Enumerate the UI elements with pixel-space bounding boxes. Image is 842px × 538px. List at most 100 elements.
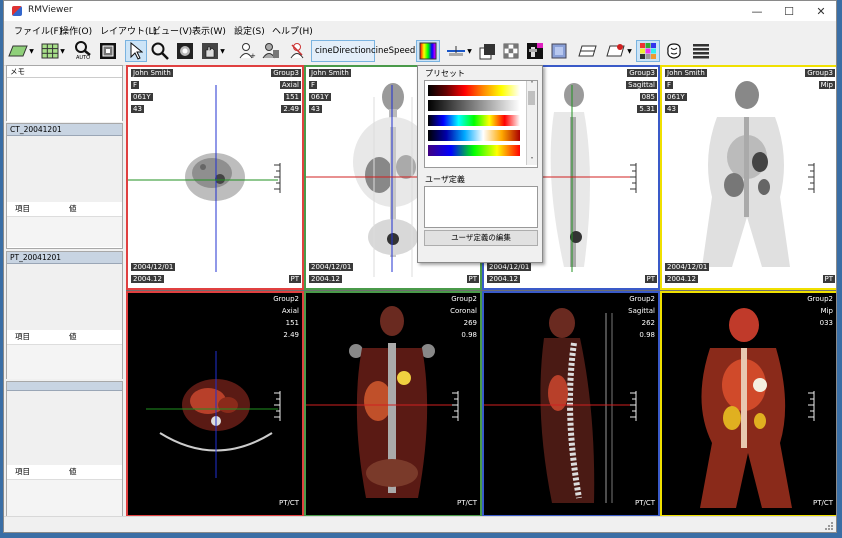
compare-user-button[interactable] (260, 40, 282, 62)
menu-view[interactable]: ビュー(V) (152, 24, 192, 37)
zoom-auto-icon (75, 41, 91, 56)
memo-textarea[interactable] (7, 78, 122, 122)
pointer-tool-button[interactable] (125, 40, 147, 62)
patient-age: 061Y (309, 93, 331, 101)
window-level-icon (177, 43, 193, 59)
grid-layout-icon (41, 43, 59, 59)
viewport-pt-axial[interactable]: John Smith F 061Y 43 Group3 Axial 151 2.… (126, 65, 304, 290)
property-table-body[interactable] (7, 480, 122, 518)
texture-icon (551, 43, 567, 59)
modality-tag: PT (644, 275, 657, 283)
color-grid-button[interactable] (636, 40, 660, 62)
preset-rainbow[interactable] (428, 115, 520, 126)
layout-grid-button[interactable]: ▼ (38, 40, 68, 62)
modality-tag: PT (822, 275, 835, 283)
series-title[interactable] (7, 382, 122, 391)
menu-help[interactable]: ヘルプ(H) (272, 24, 313, 37)
scroll-down-arrow[interactable]: ˅ (527, 157, 537, 165)
preset-hot-iron[interactable] (428, 85, 520, 96)
texture-button[interactable] (548, 40, 570, 62)
cine-direction-button[interactable]: cineDirection (311, 40, 376, 62)
maximize-button[interactable]: ☐ (773, 1, 805, 21)
menu-layout[interactable]: レイアウト(L) (100, 24, 157, 37)
viewport-fusion-sagittal[interactable]: Group2 Sagittal 262 0.98 PT/CT (482, 291, 660, 517)
preset-rainbow-dark[interactable] (428, 145, 520, 156)
group-label: Group2 (807, 295, 833, 303)
pt-axial-image (128, 85, 281, 272)
viewport-fusion-mip[interactable]: Group2 Mip 033 PT/CT (660, 291, 836, 517)
add-user-button[interactable]: + (236, 40, 258, 62)
resize-grip-icon[interactable] (824, 521, 834, 531)
series-date: 2004.12 (487, 275, 520, 283)
add-user-icon: + (239, 43, 256, 60)
menu-operation[interactable]: 操作(O) (60, 24, 92, 37)
remove-user-icon (290, 43, 304, 59)
ruler-button[interactable]: ▼ (444, 40, 474, 62)
window-level-button[interactable] (174, 40, 196, 62)
compare-user-icon (262, 43, 279, 59)
color-map-button[interactable] (416, 40, 440, 62)
menu-file[interactable]: ファイル(F) (14, 24, 62, 37)
stack-button[interactable] (476, 40, 498, 62)
checker-button[interactable] (500, 40, 522, 62)
zoom-tool-button[interactable] (149, 40, 171, 62)
scroll-thumb[interactable] (528, 91, 535, 105)
title-bar[interactable]: RMViewer — ☐ ✕ (4, 1, 836, 21)
menu-settings[interactable]: 設定(S) (234, 24, 265, 37)
series-title[interactable]: PT_20041201 (7, 252, 122, 264)
preset-spectrum[interactable] (428, 130, 520, 141)
plane-label: Mip (820, 307, 833, 315)
series-title[interactable]: CT_20041201 (7, 124, 122, 136)
group-label: Group2 (629, 295, 655, 303)
preset-scrollbar[interactable]: ˄ ˅ (526, 81, 537, 165)
memo-label: メモ (7, 66, 122, 78)
patient-value: 43 (131, 105, 144, 113)
edit-user-defined-button[interactable]: ユーザ定義の編集 (424, 230, 538, 246)
property-table-body[interactable] (7, 345, 122, 379)
flip-button[interactable] (576, 40, 600, 62)
slice-thickness: 0.98 (461, 331, 477, 339)
minimize-button[interactable]: — (741, 1, 773, 21)
series-thumbnail-area[interactable] (7, 391, 122, 465)
app-icon (12, 6, 22, 16)
slice-number: 151 (283, 93, 301, 101)
pan-tool-button[interactable]: ▼ (198, 40, 228, 62)
study-date: 2004/12/01 (665, 263, 710, 271)
menu-display[interactable]: 表示(W) (192, 24, 226, 37)
col-value: 値 (69, 467, 77, 476)
property-table-body[interactable] (7, 217, 122, 247)
ruler-icon (447, 46, 466, 56)
study-date: 2004/12/01 (487, 263, 532, 271)
remove-user-button[interactable] (287, 40, 307, 62)
slice-thickness: 0.98 (639, 331, 655, 339)
slice-thickness: 2.49 (281, 105, 301, 113)
left-pane: メモ CT_20041201 項目 値 PT_20041201 項目 値 項目 … (6, 65, 123, 518)
series-panel-ct: CT_20041201 項目 値 (6, 123, 123, 249)
list-button[interactable] (690, 40, 712, 62)
viewport-fusion-axial[interactable]: Group2 Axial 151 2.49 PT/CT (126, 291, 304, 517)
cine-speed-button[interactable]: cineSpeed (368, 40, 418, 62)
series-thumbnail-area[interactable] (7, 264, 122, 330)
patient-name: John Smith (665, 69, 707, 77)
col-item: 項目 (15, 204, 30, 213)
zoom-auto-button[interactable]: AUTO (71, 40, 95, 62)
mpr-button[interactable] (524, 40, 546, 62)
brain-view-button[interactable] (662, 40, 686, 62)
annotation-button[interactable]: ▼ (604, 40, 634, 62)
preset-gray[interactable] (428, 100, 520, 111)
series-thumbnail-area[interactable] (7, 136, 122, 202)
fit-image-icon (100, 43, 116, 59)
patient-value: 43 (665, 105, 678, 113)
fit-image-button[interactable] (97, 40, 119, 62)
modality-tag: PT (466, 275, 479, 283)
plane-select-button[interactable]: ▼ (6, 40, 36, 62)
scroll-up-arrow[interactable]: ˄ (527, 81, 537, 89)
viewport-fusion-coronal[interactable]: Group2 Coronal 269 0.98 PT/CT (304, 291, 482, 517)
patient-sex: F (309, 81, 318, 89)
series-panel-fusion: 項目 値 (6, 381, 123, 518)
viewport-pt-mip[interactable]: John Smith F 061Y 43 Group3 Mip 2004/12/… (660, 65, 836, 290)
user-defined-area[interactable] (424, 186, 538, 228)
close-button[interactable]: ✕ (805, 1, 836, 21)
flip-icon (578, 45, 597, 57)
preset-list[interactable]: ˄ ˅ (424, 80, 538, 168)
